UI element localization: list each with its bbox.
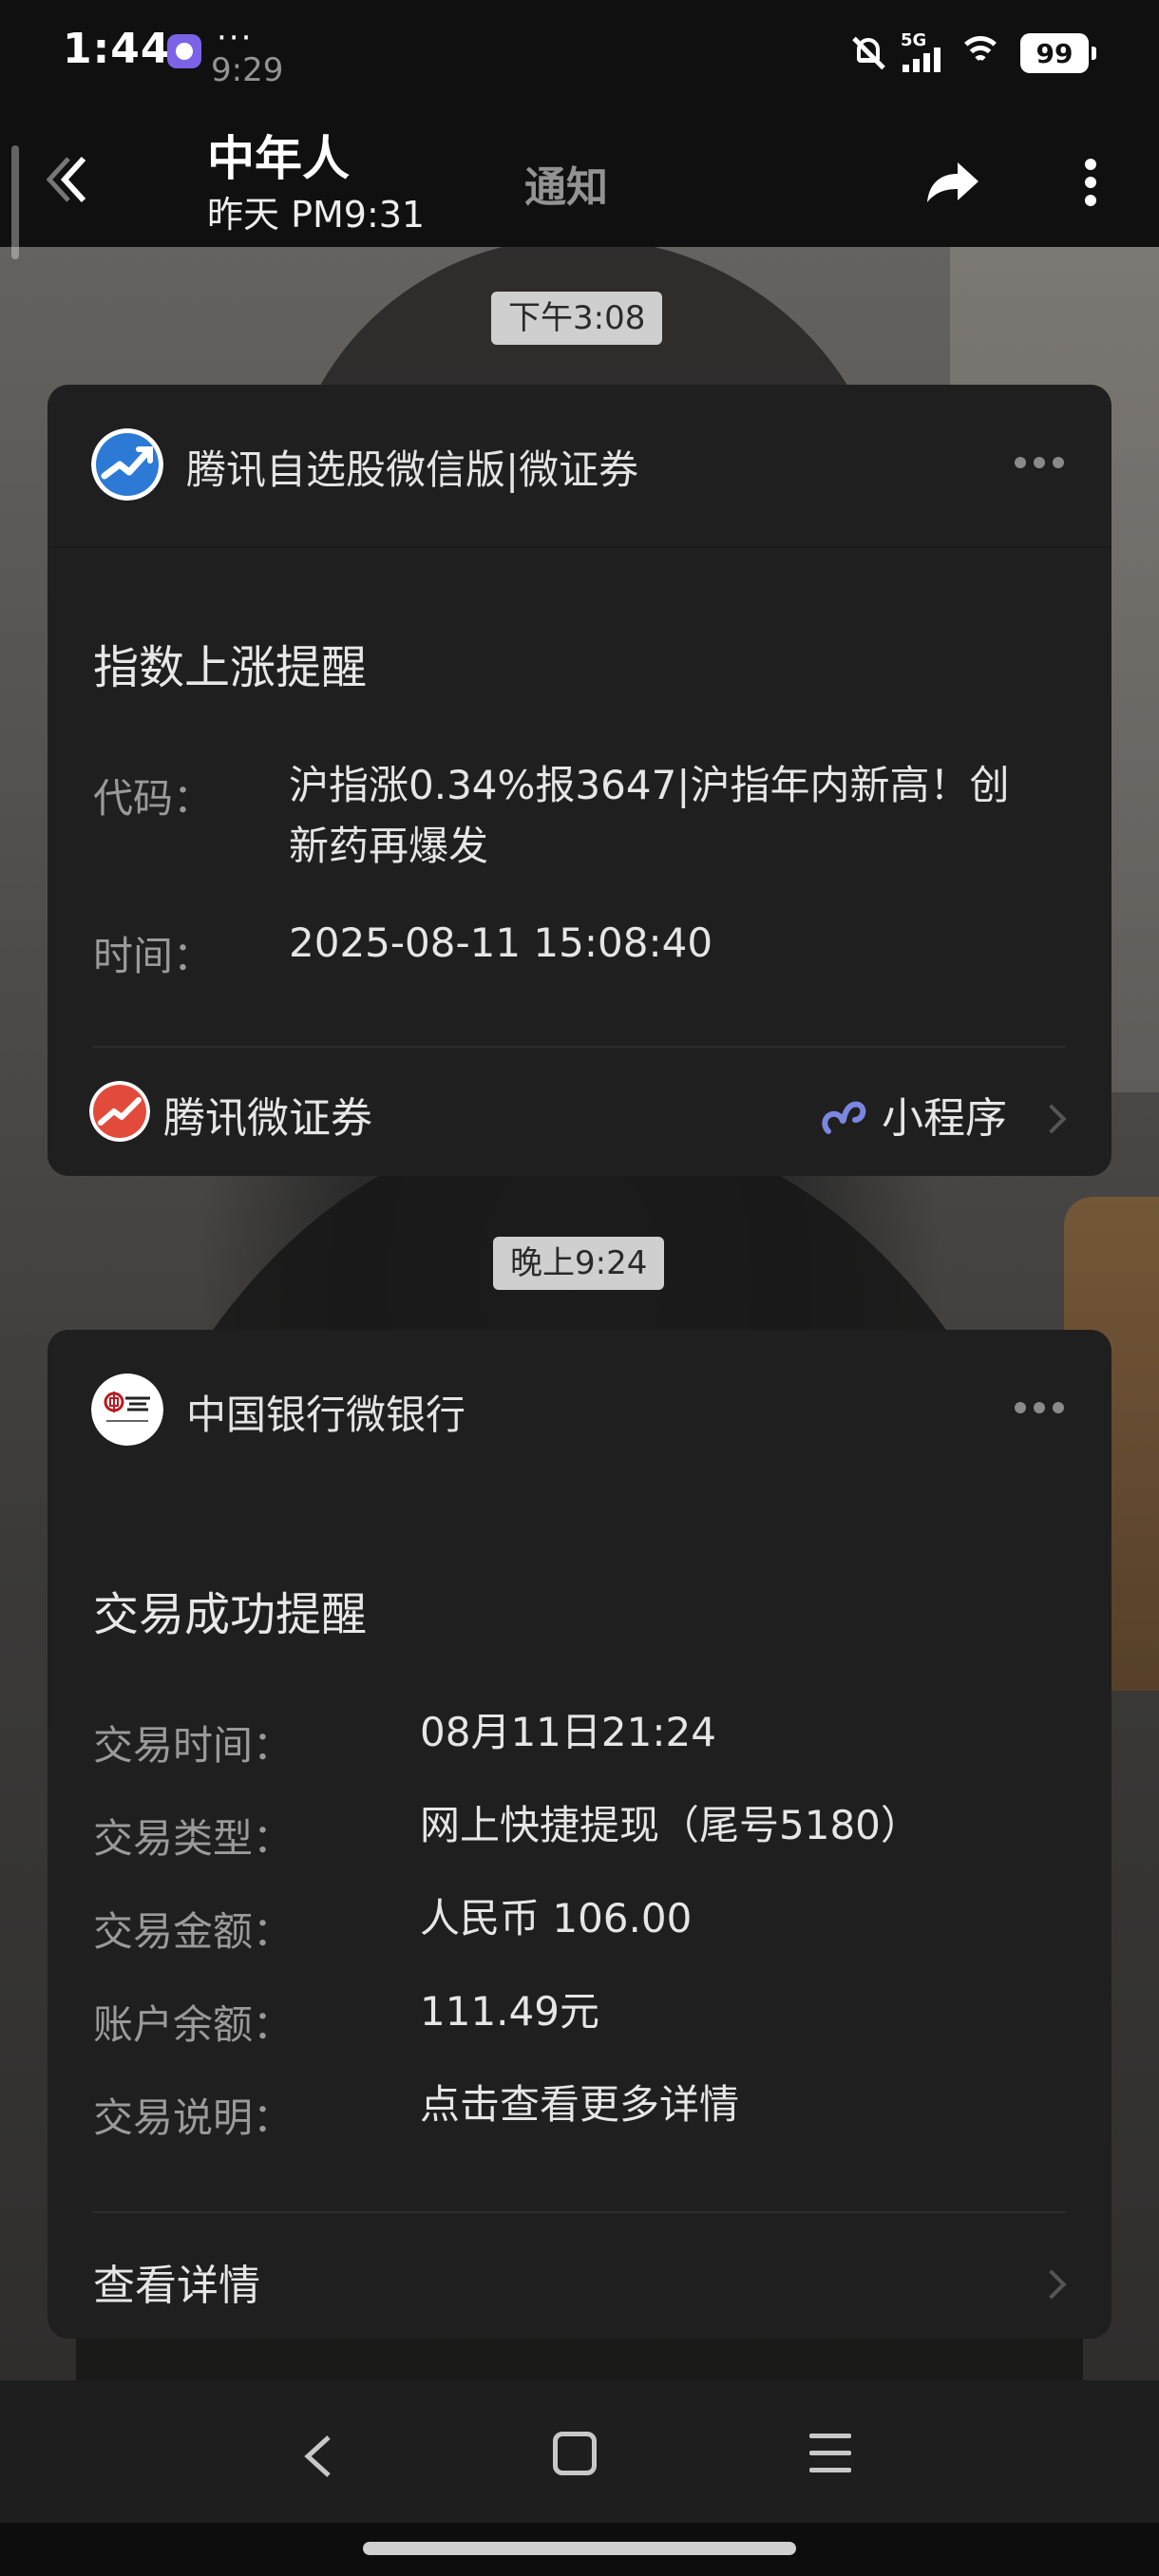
tencent-stock-logo-icon [91,428,163,501]
status-time: 1:44 [63,25,171,73]
card-header: 腾讯自选股微信版|微证券 [48,385,1112,546]
row-label-time: 时间： [93,933,214,979]
card-more-button[interactable] [1011,449,1068,478]
double-chevron-left-icon [46,156,86,203]
back-button[interactable] [36,145,103,212]
system-navigation-bar [0,2380,1159,2523]
row-label: 交易时间： [93,1722,294,1769]
notification-card-tencent[interactable]: 腾讯自选股微信版|微证券 指数上涨提醒 代码： 沪指涨0.34%报3647|沪指… [48,385,1112,1176]
chat-subtitle: 昨天 PM9:31 [207,194,426,236]
row-value: 网上快捷提现（尾号5180） [420,1802,921,1848]
chevron-right-icon [1036,1104,1067,1134]
row-label: 交易类型： [93,1815,294,1862]
wifi-icon [958,34,1003,72]
row-value: 08月11日21:24 [420,1709,716,1755]
chevron-left-icon [304,2435,331,2477]
row-value: 点击查看更多详情 [420,2081,740,2128]
status-bar: 1:44 ··· 9:29 5G 99 [0,0,1159,100]
miniprogram-link-icon [819,1091,868,1141]
signal-icon: 5G [901,30,940,72]
row-label: 交易金额： [93,1908,294,1955]
divider [93,1046,1066,1048]
nav-home-button[interactable] [553,2432,597,2475]
row-value: 111.49元 [420,1988,599,2035]
notification-card-boc[interactable]: 中国银行微银行 交易成功提醒 交易时间： 08月11日21:24 交易类型： 网… [48,1330,1112,2339]
notification-tab[interactable]: 通知 [524,153,608,214]
screen: 1:44 ··· 9:29 5G 99 中年人 昨天 PM9:31 通知 下午3… [0,0,1159,2576]
row-label: 账户余额： [93,2001,294,2048]
divider [93,2211,1066,2213]
mute-bell-icon [851,34,885,72]
bank-of-china-logo-icon [91,1373,163,1446]
divider [48,546,1112,548]
chat-header: 中年人 昨天 PM9:31 通知 [0,100,1159,259]
status-icons: 5G 99 [851,27,1096,80]
miniprogram-tag: 小程序 [882,1094,1007,1143]
chat-title: 中年人 [207,131,350,186]
card-more-button[interactable] [1011,1394,1068,1423]
nav-recents-button[interactable] [809,2432,851,2475]
row-value: 人民币 106.00 [420,1895,693,1941]
message-timestamp: 下午3:08 [491,292,663,345]
gesture-area [0,2523,1159,2576]
chevron-right-icon [1036,2269,1067,2300]
message-timestamp: 晚上9:24 [493,1237,665,1290]
share-button[interactable] [918,149,984,216]
more-options-button[interactable] [1062,149,1119,216]
row-value-code-line1: 沪指涨0.34%报3647|沪指年内新高！创 [289,762,1010,808]
card-title: 交易成功提醒 [93,1588,368,1641]
share-arrow-icon [927,162,978,202]
scroll-indicator [11,145,19,259]
app-notification-icon [167,34,201,68]
row-label: 交易说明： [93,2094,294,2141]
card-title: 指数上涨提醒 [93,641,368,694]
view-details-link[interactable]: 查看详情 [93,2251,260,2312]
battery-icon: 99 [1020,33,1096,73]
card-source-name: 腾讯自选股微信版|微证券 [186,446,639,493]
tencent-microsecurities-logo-icon [89,1081,150,1142]
network-type: 5G [901,30,927,50]
row-value-time: 2025-08-11 15:08:40 [289,919,713,966]
card-source-name: 中国银行微银行 [186,1392,466,1438]
nav-back-button[interactable] [294,2428,342,2485]
card-header: 中国银行微银行 [48,1330,1112,1491]
miniprogram-name: 腾讯微证券 [163,1094,372,1143]
overlay-time: 9:29 [211,51,284,89]
row-label-code: 代码： [93,775,214,822]
home-indicator[interactable] [363,2542,796,2555]
row-value-code-line2: 新药再爆发 [289,823,489,869]
